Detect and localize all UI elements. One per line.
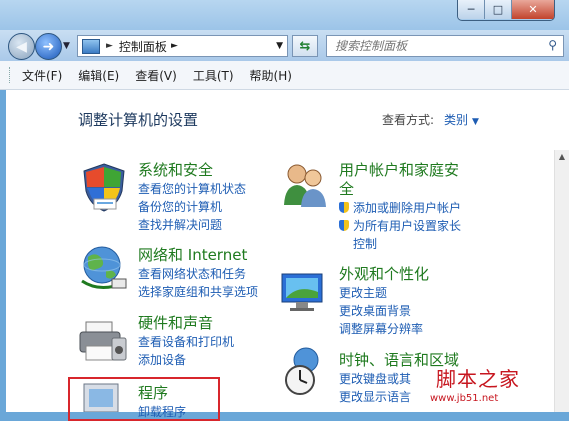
link-change-theme[interactable]: 更改主题 bbox=[339, 284, 429, 302]
address-dropdown-icon[interactable]: ▼ bbox=[276, 41, 283, 51]
link-change-desktop-background[interactable]: 更改桌面背景 bbox=[339, 302, 429, 320]
menu-file[interactable]: 文件(F) bbox=[22, 67, 62, 84]
close-button[interactable]: ✕ bbox=[512, 0, 554, 19]
link-parental-controls-cont[interactable]: 控制 bbox=[339, 235, 461, 253]
link-add-remove-users[interactable]: 添加或删除用户帐户 bbox=[339, 199, 461, 217]
maximize-button[interactable]: □ bbox=[485, 0, 512, 19]
category-appearance: 外观和个性化 更改主题 更改桌面背景 调整屏幕分辨率 bbox=[339, 265, 429, 338]
breadcrumb-control-panel[interactable]: 控制面板 bbox=[119, 38, 167, 55]
search-box[interactable]: ⚲ bbox=[326, 35, 564, 57]
back-button[interactable]: ◀ bbox=[8, 33, 35, 60]
shield-icon bbox=[83, 163, 125, 212]
network-globe-icon bbox=[81, 246, 127, 289]
search-icon[interactable]: ⚲ bbox=[548, 38, 557, 52]
link-homegroup-sharing[interactable]: 选择家庭组和共享选项 bbox=[138, 283, 258, 301]
chevron-right-icon[interactable]: ► bbox=[171, 41, 178, 51]
minimize-button[interactable]: ─ bbox=[458, 0, 485, 19]
link-view-network-status[interactable]: 查看网络状态和任务 bbox=[138, 265, 258, 283]
menu-view[interactable]: 查看(V) bbox=[135, 67, 177, 84]
chevron-right-icon[interactable]: ► bbox=[106, 41, 113, 51]
recent-pages-dropdown[interactable]: ▼ bbox=[63, 41, 70, 51]
programs-highlight-box bbox=[68, 377, 220, 421]
refresh-button[interactable]: ⇆ bbox=[292, 35, 318, 57]
refresh-icon: ⇆ bbox=[299, 38, 311, 54]
menu-edit[interactable]: 编辑(E) bbox=[78, 67, 119, 84]
scroll-up-icon[interactable]: ▲ bbox=[555, 152, 569, 161]
category-system-security: 系统和安全 查看您的计算机状态 备份您的计算机 查找并解决问题 bbox=[138, 161, 246, 234]
category-title-system-security[interactable]: 系统和安全 bbox=[138, 161, 246, 180]
forward-button[interactable]: ➜ bbox=[35, 33, 62, 60]
link-find-fix-problems[interactable]: 查找并解决问题 bbox=[138, 216, 246, 234]
link-parental-controls[interactable]: 为所有用户设置家长 bbox=[339, 217, 461, 235]
category-title-appearance[interactable]: 外观和个性化 bbox=[339, 265, 429, 284]
search-input[interactable] bbox=[333, 36, 537, 56]
chevron-down-icon[interactable]: ▼ bbox=[472, 117, 479, 127]
link-backup-computer[interactable]: 备份您的计算机 bbox=[138, 198, 246, 216]
arrow-right-icon: ➜ bbox=[42, 38, 55, 55]
menu-bar: 文件(F) 编辑(E) 查看(V) 工具(T) 帮助(H) bbox=[0, 61, 569, 90]
appearance-icon bbox=[281, 273, 323, 311]
window-controls: ─ □ ✕ bbox=[457, 0, 555, 21]
category-title-hardware-sound[interactable]: 硬件和声音 bbox=[138, 314, 234, 333]
category-title-network-internet[interactable]: 网络和 Internet bbox=[138, 246, 258, 265]
title-bar: ─ □ ✕ bbox=[0, 0, 569, 30]
printer-icon bbox=[79, 321, 127, 361]
category-user-accounts: 用户帐户和家庭安 全 添加或删除用户帐户 为所有用户设置家长 控制 bbox=[339, 161, 461, 253]
link-view-devices-printers[interactable]: 查看设备和打印机 bbox=[138, 333, 234, 351]
category-network-internet: 网络和 Internet 查看网络状态和任务 选择家庭组和共享选项 bbox=[138, 246, 258, 301]
menu-help[interactable]: 帮助(H) bbox=[250, 67, 292, 84]
menu-tools[interactable]: 工具(T) bbox=[193, 67, 234, 84]
category-hardware-sound: 硬件和声音 查看设备和打印机 添加设备 bbox=[138, 314, 234, 369]
control-panel-icon bbox=[82, 38, 100, 54]
link-add-device[interactable]: 添加设备 bbox=[138, 351, 234, 369]
view-by-dropdown[interactable]: 类别 ▼ bbox=[444, 111, 479, 128]
toolbar-grip bbox=[9, 67, 12, 83]
watermark-url: www.jb51.net bbox=[430, 393, 499, 404]
category-title-user-accounts-cont[interactable]: 全 bbox=[339, 180, 461, 199]
view-by-label: 查看方式: bbox=[382, 113, 435, 127]
view-by-value[interactable]: 类别 bbox=[444, 113, 468, 127]
address-bar[interactable]: ► 控制面板 ► ▼ bbox=[77, 35, 288, 57]
vertical-scrollbar[interactable]: ▲ bbox=[554, 150, 569, 412]
category-title-user-accounts[interactable]: 用户帐户和家庭安 bbox=[339, 161, 461, 180]
link-adjust-resolution[interactable]: 调整屏幕分辨率 bbox=[339, 320, 429, 338]
navigation-bar: ◀ ➜ ▼ ► 控制面板 ► ▼ ⇆ ⚲ bbox=[0, 30, 569, 61]
page-title: 调整计算机的设置 bbox=[78, 111, 199, 129]
arrow-left-icon: ◀ bbox=[16, 38, 27, 55]
clock-globe-icon bbox=[285, 347, 319, 395]
link-view-computer-status[interactable]: 查看您的计算机状态 bbox=[138, 180, 246, 198]
users-icon bbox=[284, 164, 326, 207]
watermark-logo: 脚本之家 bbox=[436, 367, 520, 391]
